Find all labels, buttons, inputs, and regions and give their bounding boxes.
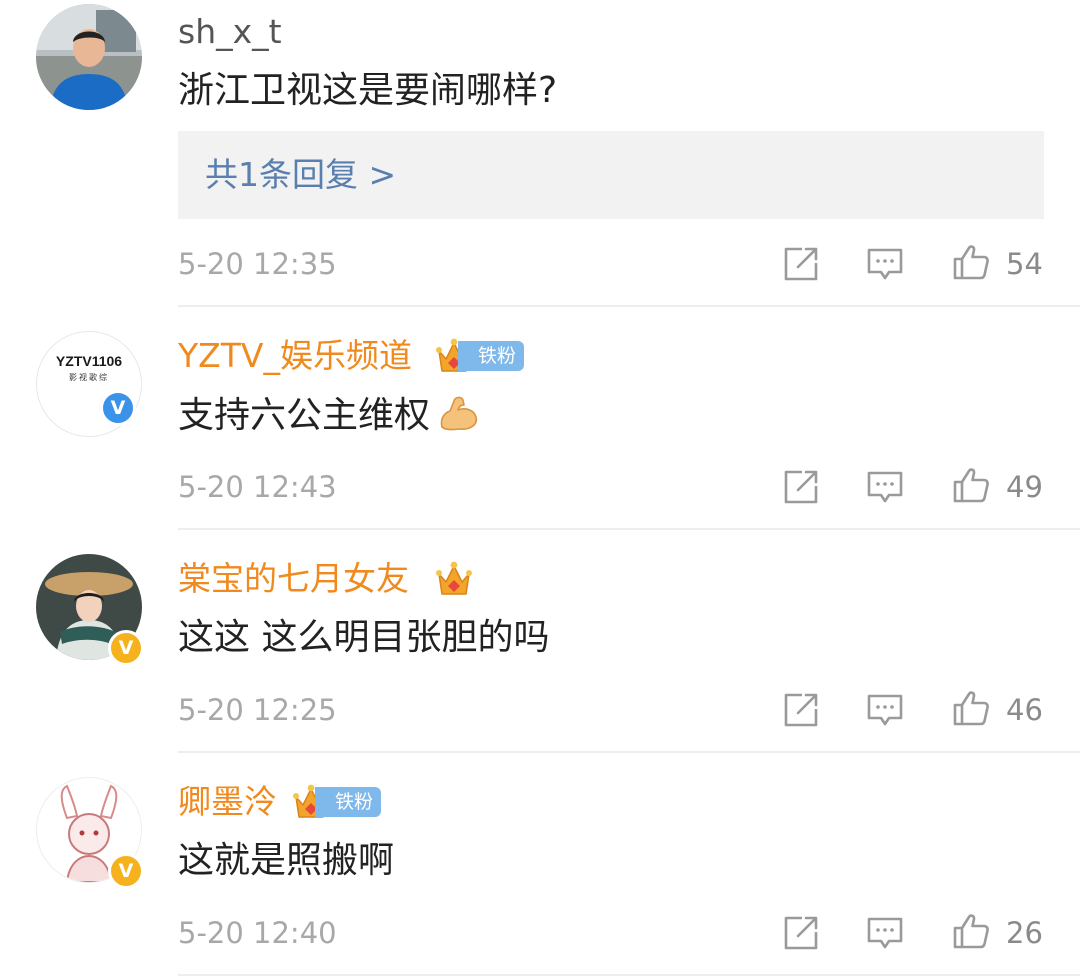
verified-badge-icon: V: [108, 853, 144, 889]
fan-badge-label: 铁粉: [478, 345, 517, 367]
reply-link[interactable]: 共1条回复 >: [178, 131, 1044, 219]
thumbs-up-icon[interactable]: [952, 466, 990, 504]
like-count: 49: [1006, 470, 1043, 504]
timestamp: 5-20 12:25: [178, 693, 337, 727]
divider: [178, 974, 1080, 976]
fan-badge: 铁粉: [315, 787, 382, 817]
avatar-subtitle-text: 影视歌综: [69, 372, 109, 382]
fan-badge-label: 铁粉: [335, 791, 374, 813]
like-count: 54: [1006, 247, 1043, 281]
comment-bubble-icon[interactable]: [866, 914, 904, 952]
verified-badge-icon: V: [108, 630, 144, 666]
username[interactable]: sh_x_t: [178, 12, 282, 52]
avatar[interactable]: [36, 4, 142, 110]
avatar-logo-text: YZTV1106: [56, 353, 122, 369]
comment-text: 这就是照搬啊: [178, 840, 395, 881]
fan-badge: 铁粉: [458, 341, 525, 371]
like-count: 46: [1006, 693, 1043, 727]
share-square-icon[interactable]: [782, 691, 820, 729]
username[interactable]: 棠宝的七月女友: [178, 559, 409, 599]
username[interactable]: YZTV_娱乐频道: [178, 336, 412, 376]
timestamp: 5-20 12:35: [178, 247, 337, 281]
timestamp: 5-20 12:43: [178, 470, 337, 504]
comment-text: 浙江卫视这是要闹哪样?: [178, 70, 558, 111]
share-square-icon[interactable]: [782, 468, 820, 506]
share-square-icon[interactable]: [782, 914, 820, 952]
thumbs-up-icon[interactable]: [952, 243, 990, 281]
thumbs-up-icon[interactable]: [952, 689, 990, 727]
comment-bubble-icon[interactable]: [866, 245, 904, 283]
timestamp: 5-20 12:40: [178, 916, 337, 950]
divider: [178, 305, 1080, 307]
comment-text: 这这 这么明目张胆的吗: [178, 617, 550, 658]
comment-bubble-icon[interactable]: [866, 691, 904, 729]
comment-text: 支持六公主维权: [178, 393, 480, 438]
thumbs-up-icon[interactable]: [952, 912, 990, 950]
flexed-biceps-icon: [440, 396, 478, 431]
divider: [178, 751, 1080, 753]
divider: [178, 528, 1080, 530]
like-count: 26: [1006, 916, 1043, 950]
username[interactable]: 卿墨泠: [178, 782, 277, 822]
share-square-icon[interactable]: [782, 245, 820, 283]
crown-icon: [436, 560, 472, 600]
comment-text-body: 支持六公主维权: [178, 395, 431, 436]
verified-badge-icon: V: [100, 390, 136, 426]
comment-bubble-icon[interactable]: [866, 468, 904, 506]
